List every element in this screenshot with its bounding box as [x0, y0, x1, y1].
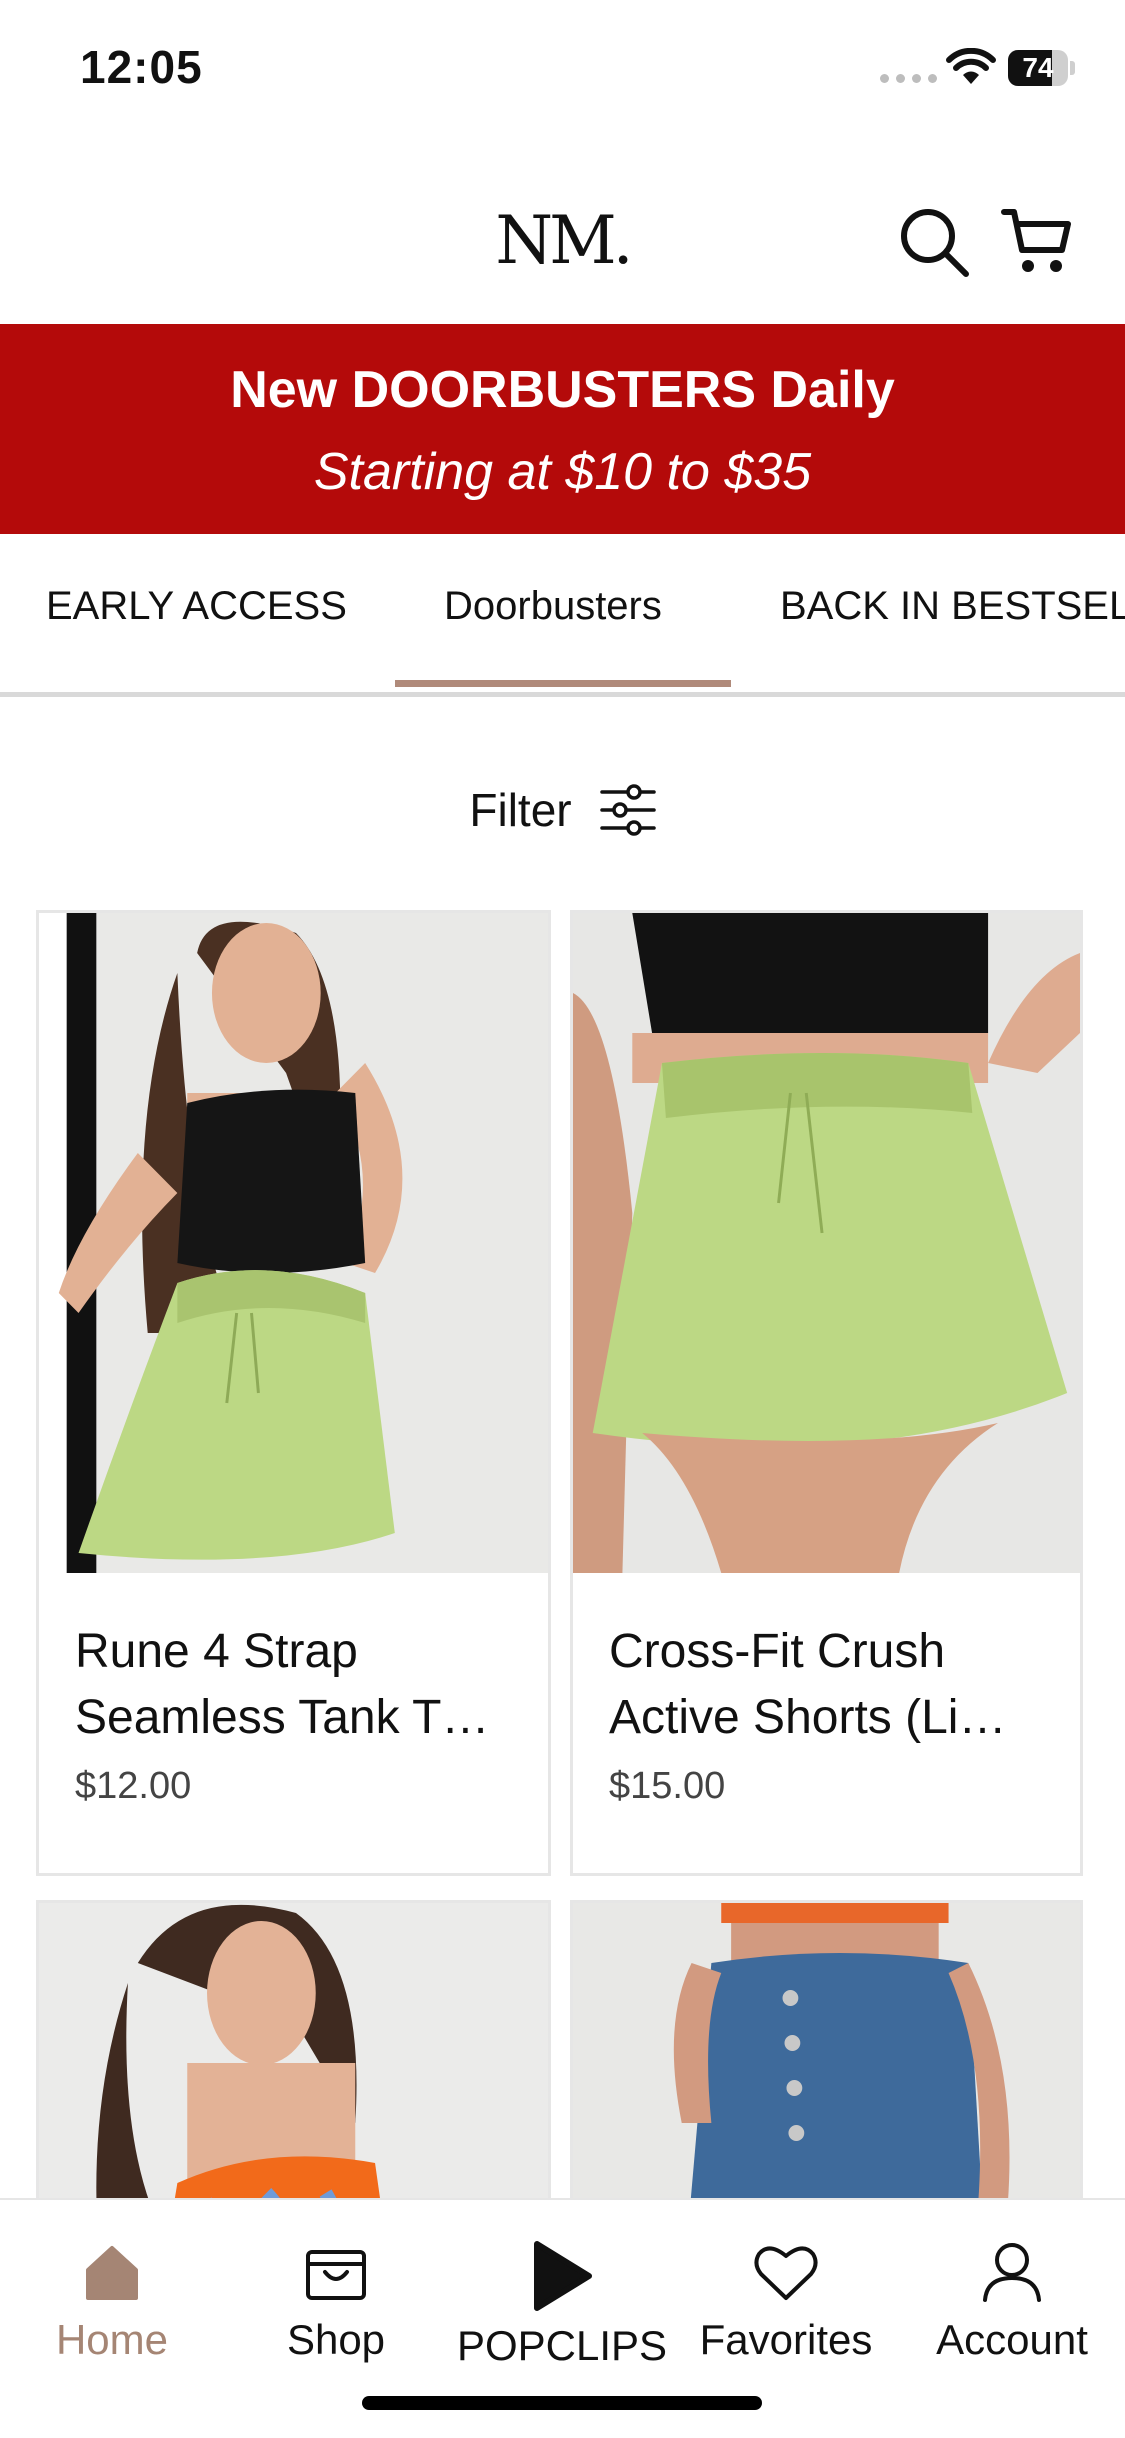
shopping-bag-icon [306, 2250, 366, 2300]
battery-icon: 74 [1008, 50, 1075, 86]
user-icon [983, 2243, 1041, 2302]
tabbar-shop-label: Shop [286, 2316, 386, 2363]
home-indicator[interactable] [362, 2396, 762, 2410]
home-icon [86, 2246, 138, 2300]
tabbar-home-label: Home [55, 2316, 169, 2363]
tabbar-favorites-label: Favorites [699, 2316, 873, 2363]
tabbar-favorites[interactable]: Favorites [676, 2222, 896, 2364]
status-bar: 12:05 74 [0, 0, 1125, 130]
tab-back-in-bestsellers[interactable]: BACK IN BESTSELLERS [780, 584, 1125, 629]
product-price: $15.00 [609, 1765, 726, 1807]
filter-row: Filter [0, 782, 1125, 842]
app-header: NM. [0, 130, 1125, 324]
battery-percent: 74 [1022, 52, 1054, 83]
product-name[interactable]: Cross-Fit Crush Active Shorts (Li… [609, 1619, 1044, 1751]
promo-banner[interactable]: New DOORBUSTERS Daily Starting at $10 to… [0, 324, 1125, 534]
product-image[interactable] [573, 913, 1080, 1573]
sliders-icon [599, 784, 656, 836]
tabbar-account-label: Account [936, 2316, 1088, 2363]
product-image[interactable] [39, 913, 548, 1573]
tab-doorbusters[interactable]: Doorbusters [444, 584, 662, 629]
filter-label: Filter [469, 784, 572, 836]
heart-icon [754, 2246, 818, 2300]
search-icon[interactable] [896, 204, 972, 280]
tab-early-access[interactable]: EARLY ACCESS [46, 584, 347, 629]
product-name[interactable]: Rune 4 Strap Seamless Tank T… [75, 1619, 512, 1751]
play-icon [534, 2241, 592, 2311]
selected-tab-indicator [395, 680, 731, 687]
cart-icon[interactable] [1000, 204, 1076, 280]
tabbar-account[interactable]: Account [902, 2222, 1122, 2364]
product-card[interactable]: Rune 4 Strap Seamless Tank T… $12.00 [36, 910, 551, 1876]
cellular-signal-icon [880, 74, 937, 83]
tabbar-popclips[interactable]: POPCLIPS [452, 2222, 672, 2370]
product-card[interactable]: Cross-Fit Crush Active Shorts (Li… $15.0… [570, 910, 1083, 1876]
promo-headline: New DOORBUSTERS Daily [230, 361, 895, 419]
product-price: $12.00 [75, 1765, 192, 1807]
promo-subline: Starting at $10 to $35 [313, 443, 812, 501]
status-time: 12:05 [80, 41, 203, 93]
tabbar-home[interactable]: Home [2, 2222, 222, 2364]
filter-button[interactable]: Filter [469, 782, 656, 838]
tabbar-popclips-label: POPCLIPS [456, 2322, 668, 2369]
tabbar-shop[interactable]: Shop [226, 2222, 446, 2364]
category-tabs: EARLY ACCESS Doorbusters BACK IN BESTSEL… [0, 534, 1125, 697]
wifi-icon [946, 48, 996, 84]
